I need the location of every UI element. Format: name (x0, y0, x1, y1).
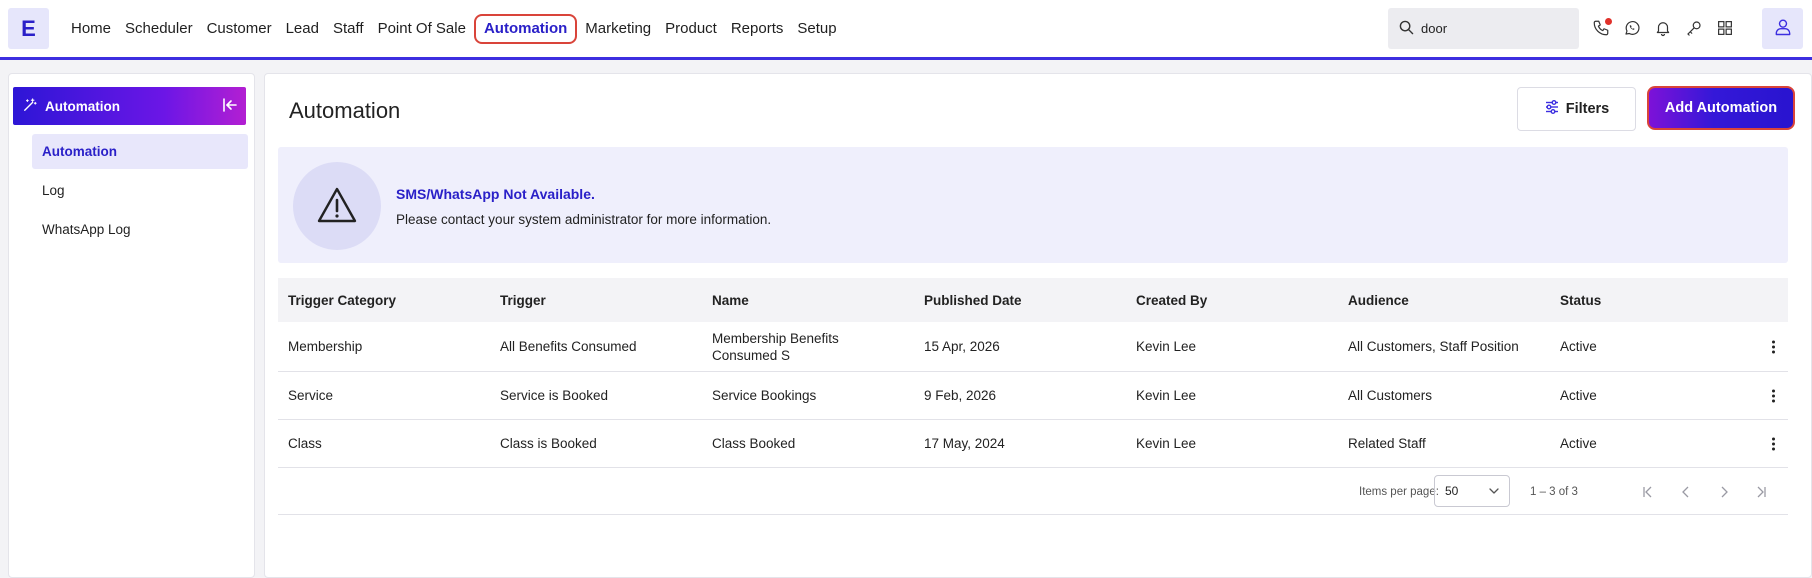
sidebar: Automation Automation Log WhatsApp Log (8, 73, 255, 578)
next-page-icon[interactable] (1714, 482, 1734, 502)
alert-banner: SMS/WhatsApp Not Available. Please conta… (278, 147, 1788, 263)
cell-created-by: Kevin Lee (1136, 436, 1197, 451)
header-trigger[interactable]: Trigger (490, 292, 702, 309)
sidebar-item-whatsapp-log[interactable]: WhatsApp Log (32, 212, 248, 247)
cell-published-date: 15 Apr, 2026 (924, 339, 1000, 354)
user-icon (1773, 17, 1793, 40)
cell-trigger-category: Class (288, 436, 322, 451)
table-header: Trigger Category Trigger Name Published … (278, 278, 1788, 322)
main-nav: Home Scheduler Customer Lead Staff Point… (64, 0, 844, 57)
cell-name: Class Booked (712, 436, 796, 451)
nav-reports[interactable]: Reports (724, 14, 791, 44)
nav-automation[interactable]: Automation (473, 13, 578, 44)
user-avatar[interactable] (1762, 8, 1803, 49)
cell-published-date: 9 Feb, 2026 (924, 388, 997, 403)
header-audience[interactable]: Audience (1338, 292, 1550, 309)
alert-title: SMS/WhatsApp Not Available. (396, 186, 595, 202)
automation-table: Trigger Category Trigger Name Published … (278, 278, 1788, 468)
nav-product[interactable]: Product (658, 14, 724, 44)
filters-button[interactable]: Filters (1517, 87, 1636, 131)
search-icon (1399, 20, 1414, 38)
cell-trigger: Class is Booked (500, 436, 597, 451)
page-range: 1 – 3 of 3 (1530, 486, 1578, 498)
table-row[interactable]: Service Service is Booked Service Bookin… (278, 372, 1788, 420)
row-menu-icon[interactable] (1768, 437, 1778, 450)
table-row[interactable]: Class Class is Booked Class Booked 17 Ma… (278, 420, 1788, 468)
first-page-icon[interactable] (1638, 482, 1658, 502)
sidebar-header: Automation (13, 87, 246, 125)
grid-icon[interactable] (1714, 14, 1736, 42)
chevron-down-icon (1488, 485, 1500, 500)
sidebar-item-automation[interactable]: Automation (32, 134, 248, 169)
last-page-icon[interactable] (1751, 482, 1771, 502)
sidebar-item-log[interactable]: Log (32, 173, 248, 208)
collapse-sidebar-icon[interactable] (222, 97, 238, 116)
nav-scheduler[interactable]: Scheduler (118, 14, 200, 44)
cell-name: Service Bookings (712, 388, 817, 403)
page-title: Automation (289, 98, 401, 123)
cell-status: Active (1560, 388, 1597, 403)
nav-customer[interactable]: Customer (200, 14, 279, 44)
items-per-page-value: 50 (1445, 484, 1459, 498)
table-row[interactable]: Membership All Benefits Consumed Members… (278, 322, 1788, 372)
cell-trigger: Service is Booked (500, 388, 609, 403)
cell-created-by: Kevin Lee (1136, 388, 1197, 403)
nav-point-of-sale[interactable]: Point Of Sale (371, 14, 473, 44)
nav-lead[interactable]: Lead (279, 14, 326, 44)
whatsapp-icon[interactable] (1621, 14, 1643, 42)
filters-label: Filters (1565, 101, 1610, 117)
row-menu-icon[interactable] (1768, 389, 1778, 402)
cell-name: Membership Benefits Consumed S (712, 330, 839, 363)
nav-marketing[interactable]: Marketing (578, 14, 658, 44)
previous-page-icon[interactable] (1676, 482, 1696, 502)
cell-trigger-category: Membership (288, 339, 363, 354)
header-name[interactable]: Name (702, 292, 914, 309)
search-box[interactable] (1388, 8, 1579, 49)
bell-icon[interactable] (1652, 14, 1674, 42)
main-panel: Automation Filters Add Automation SMS/Wh… (264, 73, 1812, 578)
header-trigger-category[interactable]: Trigger Category (278, 292, 490, 309)
search-input[interactable] (1421, 21, 1561, 36)
app-logo[interactable]: E (8, 8, 49, 49)
alert-icon-circle (293, 162, 381, 250)
cell-trigger-category: Service (288, 388, 334, 403)
cell-audience: All Customers, Staff Position (1348, 339, 1519, 354)
warning-icon (316, 186, 358, 227)
cell-status: Active (1560, 339, 1597, 354)
sliders-icon (1544, 99, 1560, 119)
top-icons (1590, 14, 1736, 42)
items-per-page-select[interactable]: 50 (1434, 475, 1510, 507)
alert-text: Please contact your system administrator… (396, 212, 772, 227)
row-menu-icon[interactable] (1768, 340, 1778, 353)
cell-audience: Related Staff (1348, 436, 1426, 451)
nav-setup[interactable]: Setup (790, 14, 843, 44)
cell-created-by: Kevin Lee (1136, 339, 1197, 354)
phone-icon[interactable] (1590, 14, 1612, 42)
cell-trigger: All Benefits Consumed (500, 339, 637, 354)
pagination: Items per page: 50 1 – 3 of 3 (278, 469, 1788, 515)
header-published-date[interactable]: Published Date (914, 292, 1126, 309)
cell-audience: All Customers (1348, 388, 1433, 403)
top-bar: E Home Scheduler Customer Lead Staff Poi… (0, 0, 1812, 60)
cell-status: Active (1560, 436, 1597, 451)
sidebar-title: Automation (45, 98, 120, 114)
nav-staff[interactable]: Staff (326, 14, 371, 44)
cell-published-date: 17 May, 2024 (924, 436, 1005, 451)
key-icon[interactable] (1683, 14, 1705, 42)
header-status[interactable]: Status (1550, 292, 1630, 309)
nav-home[interactable]: Home (64, 14, 118, 44)
items-per-page-label: Items per page: (1359, 486, 1439, 498)
header-created-by[interactable]: Created By (1126, 292, 1338, 309)
magic-wand-icon (23, 97, 37, 115)
add-automation-button[interactable]: Add Automation (1647, 86, 1795, 130)
notification-dot (1605, 18, 1612, 25)
